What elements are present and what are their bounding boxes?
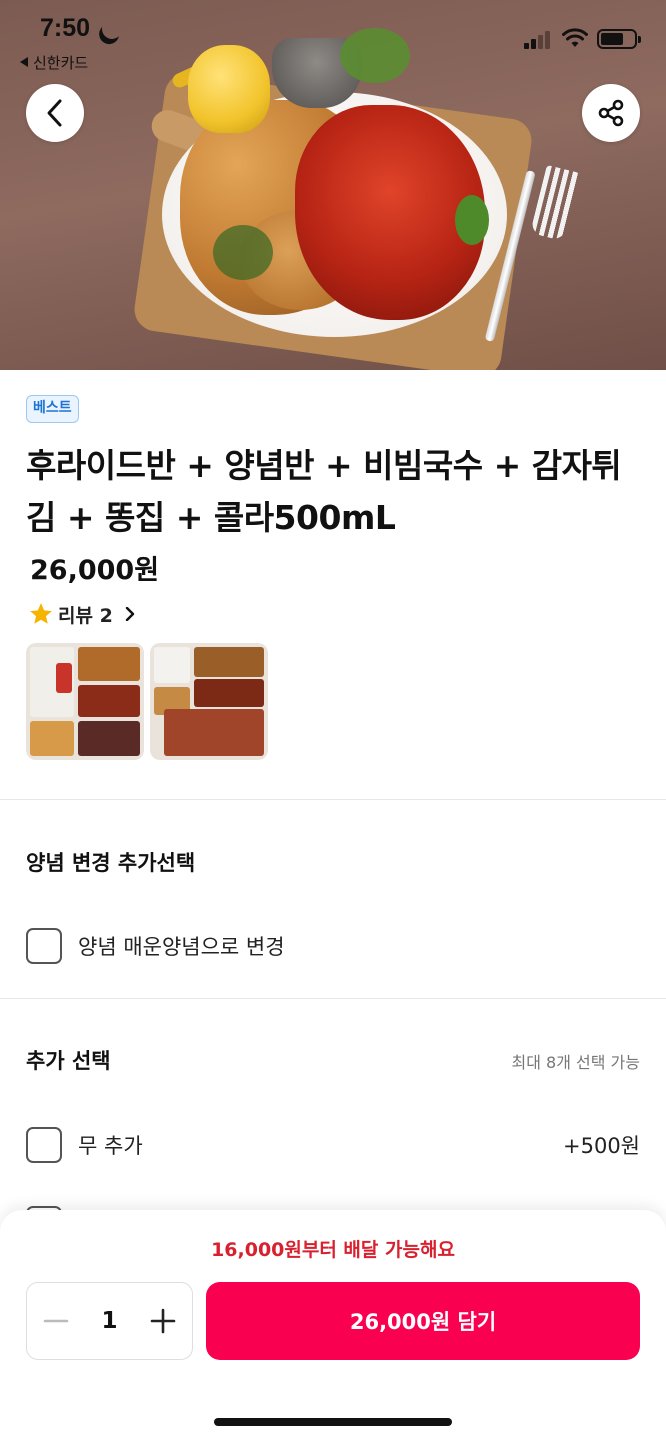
- status-bar: 7:50 신한카드: [0, 0, 666, 80]
- extras-max-hint: 최대 8개 선택 가능: [511, 1053, 640, 1072]
- checkbox-icon[interactable]: [26, 1127, 62, 1163]
- rosemary-garnish: [213, 225, 273, 280]
- option-label: 무 추가: [78, 1134, 143, 1158]
- extras-section-title: 추가 선택: [26, 1049, 111, 1073]
- option-price: +500원: [563, 1134, 640, 1158]
- sauce-option-spicy[interactable]: 양념 매운양념으로 변경: [26, 927, 640, 965]
- back-app-label: 신한카드: [33, 54, 89, 72]
- wifi-icon: [562, 28, 588, 47]
- section-divider: [0, 998, 666, 999]
- back-triangle-icon: [20, 57, 28, 67]
- back-icon: [47, 99, 62, 127]
- quantity-value: 1: [101, 1308, 118, 1334]
- add-to-cart-button[interactable]: 26,000원 담기: [206, 1282, 640, 1360]
- home-indicator: [214, 1418, 452, 1426]
- status-time: 7:50: [40, 14, 91, 42]
- share-icon: [598, 99, 624, 127]
- chevron-right-icon: [125, 607, 134, 621]
- option-label: 양념 매운양념으로 변경: [78, 935, 285, 959]
- moon-icon: [98, 15, 125, 42]
- best-badge: 베스트: [26, 395, 79, 423]
- battery-icon: [597, 29, 641, 49]
- star-icon: [30, 603, 52, 624]
- menu-price: 26,000원: [30, 555, 160, 586]
- review-label: 리뷰 2: [58, 604, 113, 627]
- checkbox-icon[interactable]: [26, 928, 62, 964]
- review-photos: [26, 643, 268, 760]
- plus-icon[interactable]: [150, 1308, 176, 1334]
- back-to-app-link[interactable]: 신한카드: [20, 52, 88, 73]
- extra-option-radish[interactable]: 무 추가 +500원: [26, 1126, 640, 1164]
- quantity-stepper: 1: [26, 1282, 193, 1360]
- minus-icon[interactable]: [43, 1308, 69, 1334]
- back-button[interactable]: [26, 84, 84, 142]
- fork-head: [530, 164, 580, 242]
- share-button[interactable]: [582, 84, 640, 142]
- signal-icon: [524, 29, 554, 49]
- review-photo[interactable]: [150, 643, 268, 760]
- sauce-section-title: 양념 변경 추가선택: [26, 851, 196, 875]
- min-order-notice: 16,000원부터 배달 가능해요: [211, 1239, 455, 1261]
- section-divider: [0, 799, 666, 800]
- menu-title: 후라이드반 + 양념반 + 비빔국수 + 감자튀김 + 똥집 + 콜라500mL: [26, 446, 622, 537]
- review-link[interactable]: 리뷰 2: [28, 600, 137, 628]
- parsley-garnish: [455, 195, 489, 245]
- review-photo[interactable]: [26, 643, 144, 760]
